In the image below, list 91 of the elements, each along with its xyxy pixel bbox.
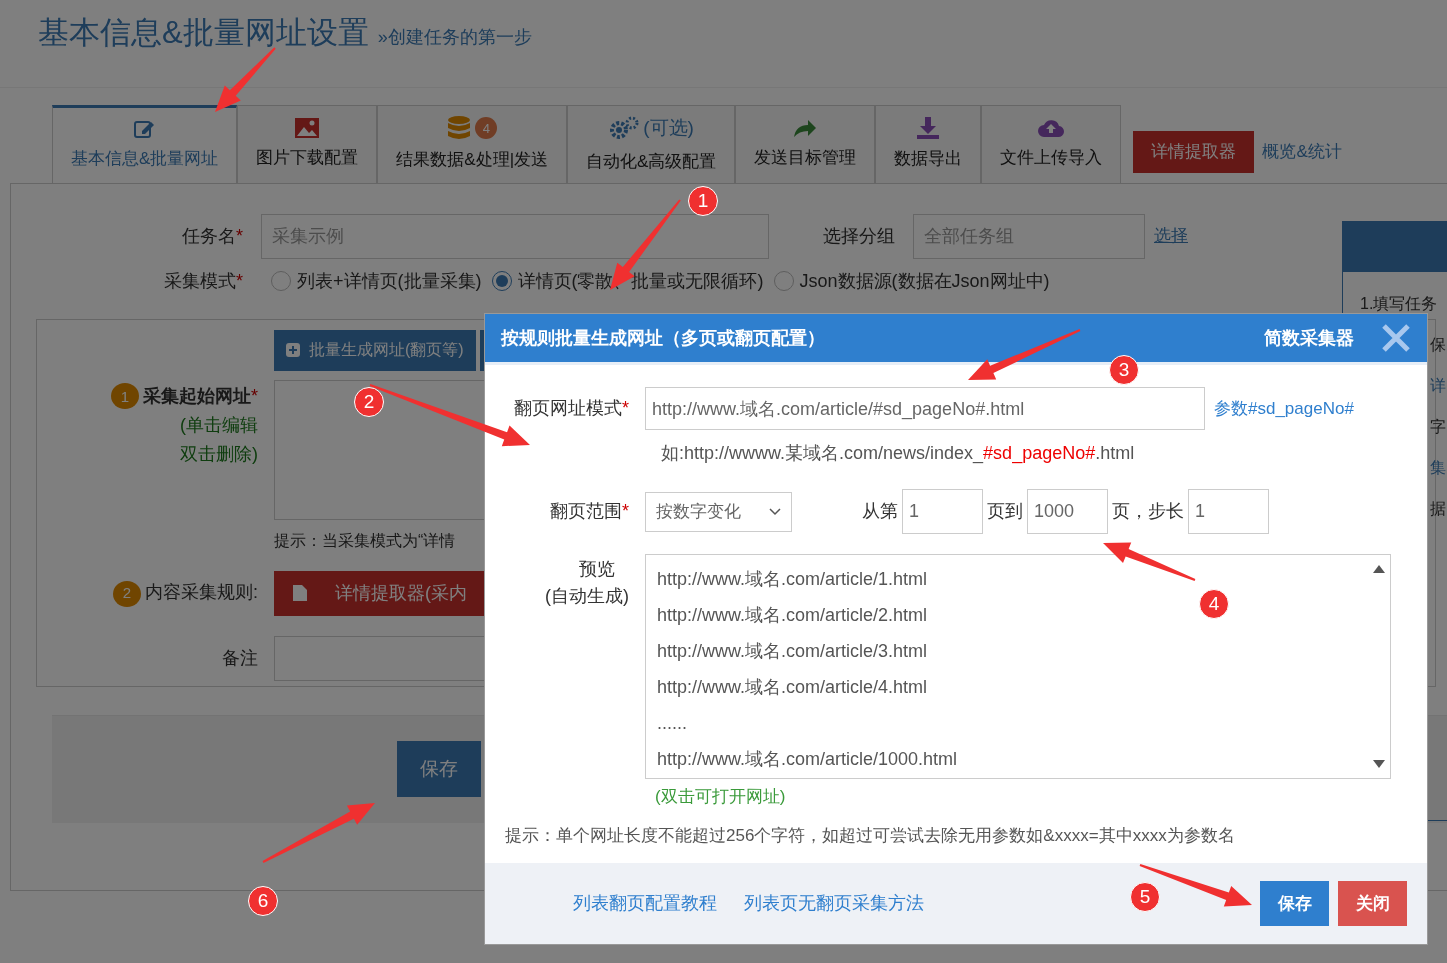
- radio-label[interactable]: 详情页(零散、批量或无限循环): [517, 267, 764, 295]
- download-icon: [916, 116, 941, 141]
- tab[interactable]: 文件上传导入: [981, 104, 1122, 183]
- edit-hint: (单击编辑: [179, 413, 258, 437]
- dialog-title: 按规则批量生成网址（多页或翻页配置）: [501, 326, 825, 350]
- tab-label: 文件上传导入: [1000, 147, 1103, 170]
- batch-generate-button[interactable]: 批量生成网址(翻页等): [274, 329, 476, 371]
- page-title: 基本信息&批量网址设置: [38, 15, 369, 50]
- tab[interactable]: 图片下载配置: [237, 104, 378, 183]
- range-select[interactable]: 按数字变化: [645, 491, 792, 532]
- panel-text: 字: [1430, 417, 1446, 435]
- brand-name: 简数采集器: [1264, 326, 1354, 350]
- field-label: 选择分组: [823, 224, 895, 248]
- page-subtitle: »创建任务的第一步: [377, 27, 532, 47]
- scroll-down-icon[interactable]: [1373, 760, 1385, 768]
- field-label: 采集起始网址: [143, 385, 251, 406]
- url-line[interactable]: http://www.域名.com/article/3.html: [657, 633, 928, 669]
- panel-text: 集: [1430, 458, 1446, 476]
- to-field[interactable]: 1000: [1027, 489, 1108, 534]
- tab[interactable]: 发送目标管理: [735, 104, 876, 183]
- edit-icon: [132, 118, 157, 141]
- field-label: 翻页网址模式: [514, 398, 622, 418]
- tip-text: 提示：当采集模式为“详情: [274, 530, 457, 551]
- share-arrow-icon: [792, 117, 819, 140]
- url-line[interactable]: http://www.域名.com/article/2.html: [657, 597, 928, 633]
- radio-label[interactable]: 列表+详情页(批量采集): [297, 267, 482, 295]
- tutorial-link[interactable]: 列表页无翻页采集方法: [744, 890, 924, 917]
- annotation-arrow: [215, 47, 276, 112]
- database-icon: [446, 115, 471, 142]
- required-mark: *: [622, 398, 629, 418]
- url-line[interactable]: http://www.域名.com/article/1000.html: [657, 741, 958, 777]
- url-line[interactable]: http://www.域名.com/article/1.html: [657, 561, 928, 597]
- tab-label: 自动化&高级配置: [586, 150, 717, 173]
- url-line[interactable]: http://www.域名.com/article/4.html: [657, 669, 928, 705]
- step-marker: 6: [248, 886, 278, 916]
- param-link[interactable]: 参数#sd_pageNo#: [1214, 395, 1354, 422]
- tab[interactable]: 数据导出: [875, 104, 982, 183]
- tab-label: 数据导出: [894, 148, 963, 171]
- chevron-icon: [769, 507, 781, 516]
- field-label: 页到: [987, 500, 1023, 523]
- required-mark: *: [236, 270, 243, 291]
- field-label: 页，步长: [1112, 500, 1184, 523]
- field-label: 任务名: [182, 225, 236, 246]
- preview-hint: (双击可打开网址): [655, 785, 787, 808]
- panel-text: 保: [1430, 335, 1446, 353]
- tab-label: 基本信息&批量网址: [71, 148, 219, 171]
- tutorial-link[interactable]: 列表翻页配置教程: [573, 890, 717, 917]
- tab[interactable]: (可选) 自动化&高级配置: [567, 104, 736, 183]
- tab-label: 结果数据&处理|发送: [396, 149, 549, 172]
- step-marker: 1: [688, 186, 718, 216]
- field-label: 内容采集规则:: [145, 582, 258, 603]
- select-link[interactable]: 选择: [1154, 223, 1188, 249]
- required-mark: *: [622, 501, 629, 521]
- url-pattern-field[interactable]: http://www.域名.com/article/#sd_pageNo#.html: [645, 387, 1205, 430]
- count-badge: 4: [475, 117, 498, 140]
- required-mark: *: [236, 225, 243, 246]
- delete-hint: 双击删除): [179, 442, 258, 466]
- tab[interactable]: 基本信息&批量网址: [52, 104, 238, 183]
- required-mark: *: [251, 385, 258, 406]
- tip-text: 提示：单个网址长度不能超过256个字符，如超过可尝试去除无用参数如&xxxx=其中xxxx为参数名: [505, 825, 1236, 847]
- radio-label[interactable]: Json数据源(数据在Json网址中): [799, 267, 1050, 295]
- field-label: 备注: [221, 646, 259, 670]
- from-field[interactable]: 1: [902, 489, 983, 534]
- field-label: (自动生成): [544, 585, 629, 608]
- tab-label: 发送目标管理: [754, 147, 857, 170]
- panel-text: 1.填写任务: [1360, 294, 1438, 312]
- cloud-upload-icon: [1037, 117, 1066, 140]
- save-button[interactable]: 保存: [397, 741, 481, 797]
- overview-link[interactable]: 概览&统计: [1262, 139, 1342, 165]
- panel-text: 详: [1430, 376, 1446, 394]
- step-field[interactable]: 1: [1188, 489, 1269, 534]
- tab[interactable]: 4 结果数据&处理|发送: [377, 104, 568, 183]
- field-label: 翻页范围: [550, 501, 622, 521]
- step-badge: 1: [111, 383, 139, 409]
- plus-icon: [286, 343, 300, 357]
- field-label: 预览: [578, 558, 616, 581]
- scroll-up-icon[interactable]: [1373, 565, 1385, 573]
- step-badge: 2: [113, 580, 141, 607]
- gears-icon: [608, 116, 639, 141]
- close-button[interactable]: 关闭: [1338, 881, 1407, 926]
- save-button[interactable]: 保存: [1260, 881, 1329, 926]
- tab-label: 图片下载配置: [256, 147, 359, 170]
- url-line[interactable]: ......: [657, 705, 687, 741]
- example-text: 如:http://wwww.某域名.com/news/index_#sd_pageNo#.html: [661, 442, 1135, 466]
- panel-text: 据: [1430, 499, 1446, 517]
- image-icon: [294, 117, 321, 140]
- tab-note: (可选): [643, 116, 694, 140]
- field-label: 采集模式: [164, 270, 236, 291]
- extractor-button[interactable]: 详情提取器: [1133, 131, 1255, 173]
- document-icon: [292, 584, 308, 602]
- field-label: 从第: [862, 500, 898, 523]
